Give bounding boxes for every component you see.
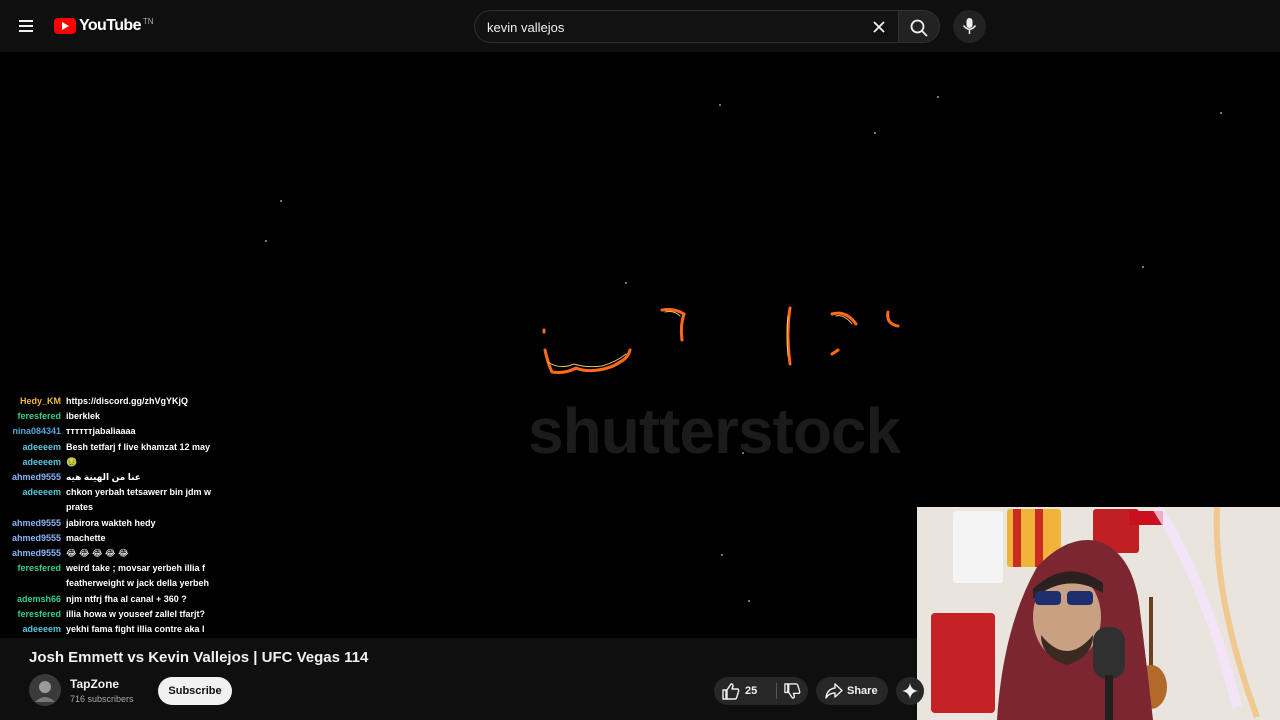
chat-message: adeeeem 🤢 [0,455,240,470]
chat-username[interactable]: ahmed9555 [0,516,66,531]
chat-username[interactable]: adeeeem [0,485,66,500]
chat-username[interactable]: adeeeem [0,455,66,470]
chat-username[interactable]: feresfered [0,561,66,576]
youtube-logo-icon [54,18,76,34]
chat-username[interactable]: ahmed9555 [0,531,66,546]
chat-text: chkon yerbah tetsawerr bin jdm w prates [66,487,212,513]
chat-username[interactable]: Hedy_KM [0,394,66,409]
youtube-logo[interactable]: YouTube TN [54,17,154,35]
like-dislike-group: 25 [714,677,808,705]
chat-text: machette [66,532,106,543]
chat-username[interactable]: ahmed9555 [0,546,66,561]
subscriber-count: 716 subscribers [70,694,134,704]
search-icon [910,19,928,37]
chat-text: njm ntfrj fha al canal + 360 ? [66,593,187,604]
chat-message: ahmed9555 عنا من الهينة هيه [0,470,240,485]
chat-username[interactable]: feresfered [0,607,66,622]
chat-username[interactable]: ahmed9555 [0,470,66,485]
star-particle [937,96,939,98]
star-particle [748,600,750,602]
logo-region-code: TN [142,16,154,26]
dislike-button[interactable] [777,677,808,705]
chat-message: ahmed9555 😂 😂 😂 😂 😂 [0,546,240,561]
video-info: Josh Emmett vs Kevin Vallejos | UFC Vega… [0,638,924,720]
voice-search-button[interactable] [953,10,986,43]
clear-icon[interactable] [871,19,887,35]
watermark-text: shutterstock [528,395,901,467]
mic-icon [962,18,977,34]
masthead: YouTube TN [0,0,1280,52]
share-icon [825,683,843,699]
menu-icon-bar [19,20,33,22]
video-title: Josh Emmett vs Kevin Vallejos | UFC Vega… [29,649,369,666]
chat-message: ahmed9555 machette [0,531,240,546]
chat-text: 😂 😂 😂 😂 😂 [66,548,129,559]
chat-message: feresfered iberklek [0,409,240,424]
chat-message: adeeeem chkon yerbah tetsawerr bin jdm w … [0,485,240,515]
chat-message: nina084341 ттттттjabaliaaaa [0,424,240,439]
like-count: 25 [745,685,758,697]
chat-text: illia howa w youseef zallel tfarjt? [66,608,206,619]
search-box [474,10,900,43]
search-input[interactable] [487,18,857,36]
chat-message: adeeeem Besh tetfarj f live khamzat 12 ma… [0,440,240,455]
chat-message: ahmed9555 jabirora wakteh hedy [0,516,240,531]
star-particle [625,282,627,284]
fire-lettering [542,306,900,374]
channel-avatar[interactable] [29,674,61,706]
like-button[interactable]: 25 [714,677,774,705]
chat-username[interactable]: ademsh66 [0,592,66,607]
like-icon [722,683,740,700]
dislike-icon [784,683,801,699]
logo-text: YouTube [79,17,141,34]
sparkle-icon [902,683,918,699]
chat-text: Besh tetfarj f live khamzat 12 may [66,441,211,452]
chat-message: Hedy_KM https://discord.gg/zhVgYKjQ [0,394,240,409]
menu-button[interactable] [12,12,40,40]
star-particle [1220,112,1222,114]
chat-text: 🤢 [66,456,78,467]
chat-username[interactable]: adeeeem [0,440,66,455]
streamer-webcam-image [917,507,1280,720]
chat-text: jabirora wakteh hedy [66,517,156,528]
chat-message: feresfered weird take ; movsar yerbeh ill… [0,561,240,591]
search-button[interactable] [898,10,940,43]
star-particle [265,240,267,242]
menu-icon-bar [19,25,33,27]
chat-text: weird take ; movsar yerbeh illia f feath… [66,563,210,589]
star-particle [280,200,282,202]
chat-message: feresfered illia howa w youseef zallel tf… [0,607,240,622]
streamer-webcam [917,507,1280,720]
chat-username[interactable]: nina084341 [0,424,66,439]
live-chat-replay: Hedy_KM https://discord.gg/zhVgYKjQ feresf… [0,394,240,652]
chat-text: عنا من الهينة هيه [66,472,141,483]
menu-icon-bar [19,30,33,32]
star-particle [874,132,876,134]
chat-text: https://discord.gg/zhVgYKjQ [66,396,188,406]
star-particle [721,554,723,556]
channel-name[interactable]: TapZone [70,677,119,691]
chat-text: iberklek [66,411,101,422]
share-label: Share [847,685,878,697]
chat-text: ттттттjabaliaaaa [66,426,136,437]
chat-username[interactable]: adeeeem [0,622,66,637]
chat-username[interactable]: feresfered [0,409,66,424]
star-particle [1142,266,1144,268]
ask-ai-button[interactable] [896,677,924,705]
star-particle [719,104,721,106]
share-button[interactable]: Share [816,677,888,705]
chat-message: ademsh66 njm ntfrj fha al canal + 360 ? [0,592,240,607]
subscribe-button[interactable]: Subscribe [158,677,232,705]
